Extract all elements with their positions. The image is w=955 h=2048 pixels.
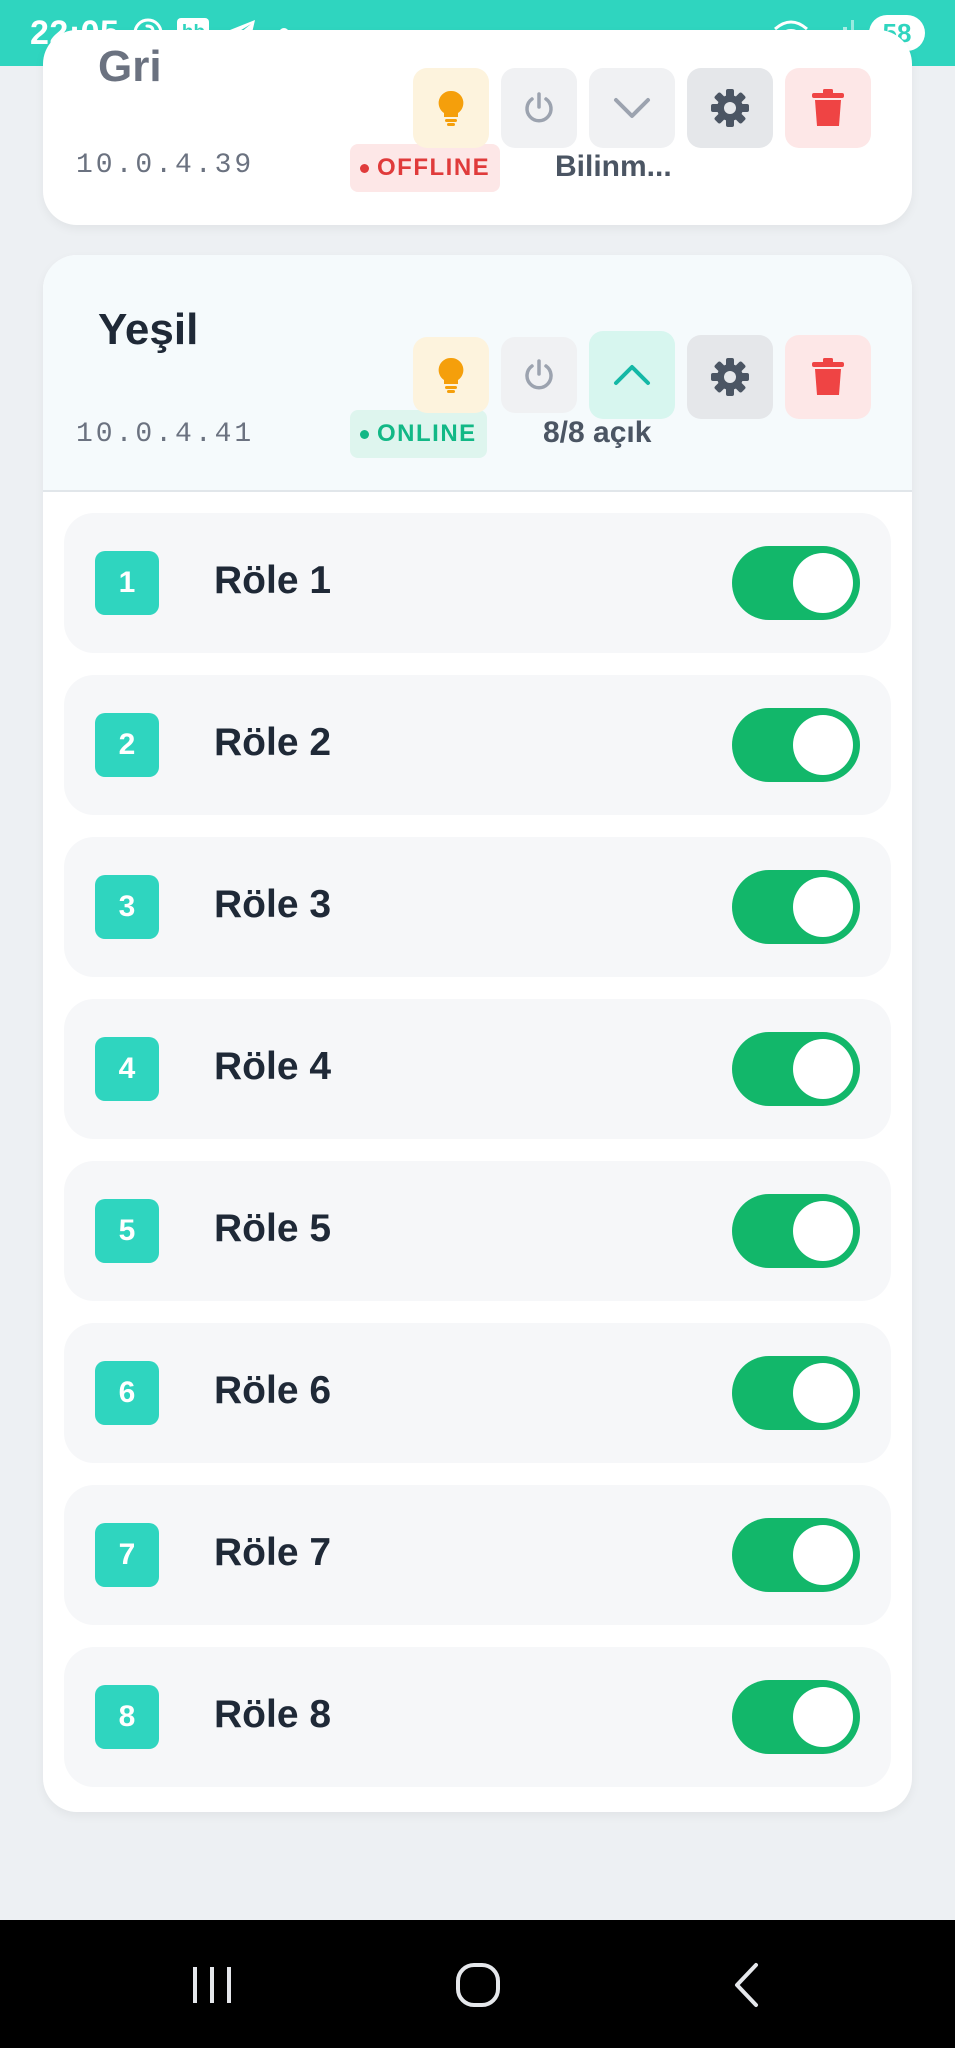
toggle-knob — [793, 877, 853, 937]
status-badge-label: ONLINE — [377, 420, 477, 447]
relay-label: Röle 8 — [214, 1693, 332, 1736]
relay-toggle[interactable] — [732, 1518, 860, 1592]
relay-label: Röle 5 — [214, 1207, 332, 1250]
settings-button[interactable] — [687, 68, 773, 148]
trash-icon — [812, 358, 844, 395]
identify-button[interactable] — [413, 337, 489, 413]
recent-apps-button[interactable] — [177, 1950, 247, 2020]
toggle-knob — [793, 1687, 853, 1747]
power-button[interactable] — [501, 68, 577, 148]
relay-number: 3 — [95, 875, 159, 939]
system-nav-bar — [0, 1920, 955, 2048]
relay-number: 2 — [95, 713, 159, 777]
relay-row: 4 Röle 4 — [64, 999, 891, 1139]
relay-row: 5 Röle 5 — [64, 1161, 891, 1301]
home-button[interactable] — [443, 1950, 513, 2020]
toggle-knob — [793, 1039, 853, 1099]
collapse-button[interactable] — [589, 331, 675, 419]
home-icon — [456, 1963, 500, 2007]
relay-toggle[interactable] — [732, 546, 860, 620]
toggle-knob — [793, 1363, 853, 1423]
relay-toggle[interactable] — [732, 870, 860, 944]
status-dot — [360, 429, 369, 439]
identify-button[interactable] — [413, 68, 489, 148]
relay-label: Röle 3 — [214, 883, 332, 926]
delete-button[interactable] — [785, 335, 871, 419]
relay-label: Röle 1 — [214, 559, 332, 602]
device-actions — [413, 68, 871, 148]
relay-toggle[interactable] — [732, 1356, 860, 1430]
relay-row: 1 Röle 1 — [64, 513, 891, 653]
status-dot — [360, 163, 369, 173]
device-card-gri: Gri 10.0.4.39 OFFLINE Bilinm... — [43, 30, 912, 225]
lightbulb-icon — [438, 357, 464, 393]
device-header[interactable]: Yeşil 10.0.4.41 ONLINE 8/8 açık — [43, 255, 912, 492]
delete-button[interactable] — [785, 68, 871, 148]
settings-button[interactable] — [687, 335, 773, 419]
gear-icon — [711, 89, 749, 127]
power-button[interactable] — [501, 337, 577, 413]
relay-list: 1 Röle 1 2 Röle 2 3 Röle 3 4 Röle 4 5 Rö… — [64, 513, 891, 1809]
device-name: Gri — [98, 42, 162, 91]
relay-label: Röle 6 — [214, 1369, 332, 1412]
lightbulb-icon — [438, 90, 464, 126]
relay-row: 3 Röle 3 — [64, 837, 891, 977]
relay-number: 6 — [95, 1361, 159, 1425]
power-icon — [525, 92, 553, 123]
toggle-knob — [793, 1201, 853, 1261]
device-ip: 10.0.4.39 — [76, 150, 255, 181]
relay-label: Röle 7 — [214, 1531, 332, 1574]
relay-label: Röle 4 — [214, 1045, 332, 1088]
device-card-yesil: Yeşil 10.0.4.41 ONLINE 8/8 açık 1 Röle 1… — [43, 255, 912, 1812]
status-badge-label: OFFLINE — [377, 154, 491, 181]
toggle-knob — [793, 715, 853, 775]
relay-summary: Bilinm... — [555, 150, 672, 183]
chevron-up-icon — [614, 365, 650, 385]
relay-row: 2 Röle 2 — [64, 675, 891, 815]
relay-number: 5 — [95, 1199, 159, 1263]
relay-toggle[interactable] — [732, 1194, 860, 1268]
relay-row: 7 Röle 7 — [64, 1485, 891, 1625]
relay-number: 4 — [95, 1037, 159, 1101]
relay-toggle[interactable] — [732, 1032, 860, 1106]
device-actions — [413, 331, 871, 419]
chevron-down-icon — [614, 98, 650, 118]
relay-number: 1 — [95, 551, 159, 615]
relay-label: Röle 2 — [214, 721, 332, 764]
back-button[interactable] — [712, 1950, 782, 2020]
trash-icon — [812, 89, 844, 126]
relay-number: 7 — [95, 1523, 159, 1587]
device-name: Yeşil — [98, 305, 199, 354]
relay-summary: 8/8 açık — [543, 416, 652, 449]
device-ip: 10.0.4.41 — [76, 419, 255, 450]
gear-icon — [711, 358, 749, 396]
back-icon — [735, 1963, 758, 2007]
expand-button[interactable] — [589, 68, 675, 148]
power-icon — [525, 359, 553, 390]
toggle-knob — [793, 1525, 853, 1585]
relay-toggle[interactable] — [732, 708, 860, 782]
status-badge-offline: OFFLINE — [350, 144, 501, 192]
relay-toggle[interactable] — [732, 1680, 860, 1754]
relay-row: 8 Röle 8 — [64, 1647, 891, 1787]
toggle-knob — [793, 553, 853, 613]
device-header[interactable]: Gri 10.0.4.39 OFFLINE Bilinm... — [43, 30, 912, 225]
relay-number: 8 — [95, 1685, 159, 1749]
relay-row: 6 Röle 6 — [64, 1323, 891, 1463]
recent-apps-icon — [193, 1967, 231, 2003]
